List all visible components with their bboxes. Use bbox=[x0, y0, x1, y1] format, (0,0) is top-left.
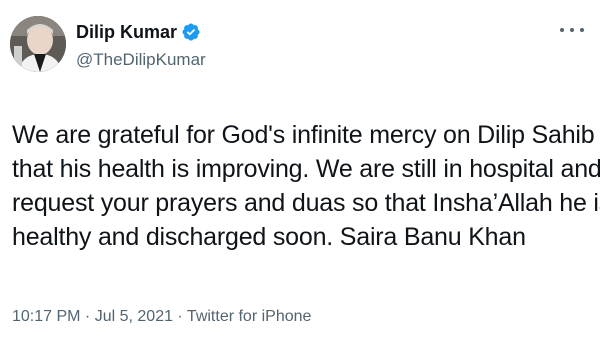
tweet-text-line: healthy and discharged soon. Saira Banu … bbox=[12, 223, 526, 251]
meta-separator: · bbox=[80, 308, 95, 325]
verified-badge-icon bbox=[181, 22, 201, 42]
user-handle[interactable]: @TheDilipKumar bbox=[76, 50, 206, 70]
tweet-time[interactable]: 10:17 PM bbox=[12, 308, 80, 325]
avatar-image bbox=[10, 16, 66, 72]
name-row: Dilip Kumar bbox=[76, 20, 206, 44]
tweet-metadata: 10:17 PM · Jul 5, 2021 · Twitter for iPh… bbox=[12, 308, 311, 326]
more-horizontal-icon[interactable] bbox=[560, 22, 584, 38]
tweet-card: Dilip Kumar @TheDilipKumar We are gratef… bbox=[0, 0, 600, 338]
tweet-text-line: that his health is improving. We are sti… bbox=[12, 155, 600, 183]
author-block: Dilip Kumar @TheDilipKumar bbox=[76, 20, 206, 70]
avatar[interactable] bbox=[10, 16, 66, 72]
tweet-text-line: We are grateful for God's infinite mercy… bbox=[12, 121, 595, 149]
tweet-text-line: request your prayers and duas so that In… bbox=[12, 189, 600, 217]
tweet-text: We are grateful for God's infinite mercy… bbox=[12, 118, 600, 254]
meta-separator: · bbox=[172, 308, 187, 325]
tweet-date[interactable]: Jul 5, 2021 bbox=[95, 308, 173, 325]
display-name[interactable]: Dilip Kumar bbox=[76, 22, 177, 43]
tweet-source[interactable]: Twitter for iPhone bbox=[187, 308, 312, 325]
